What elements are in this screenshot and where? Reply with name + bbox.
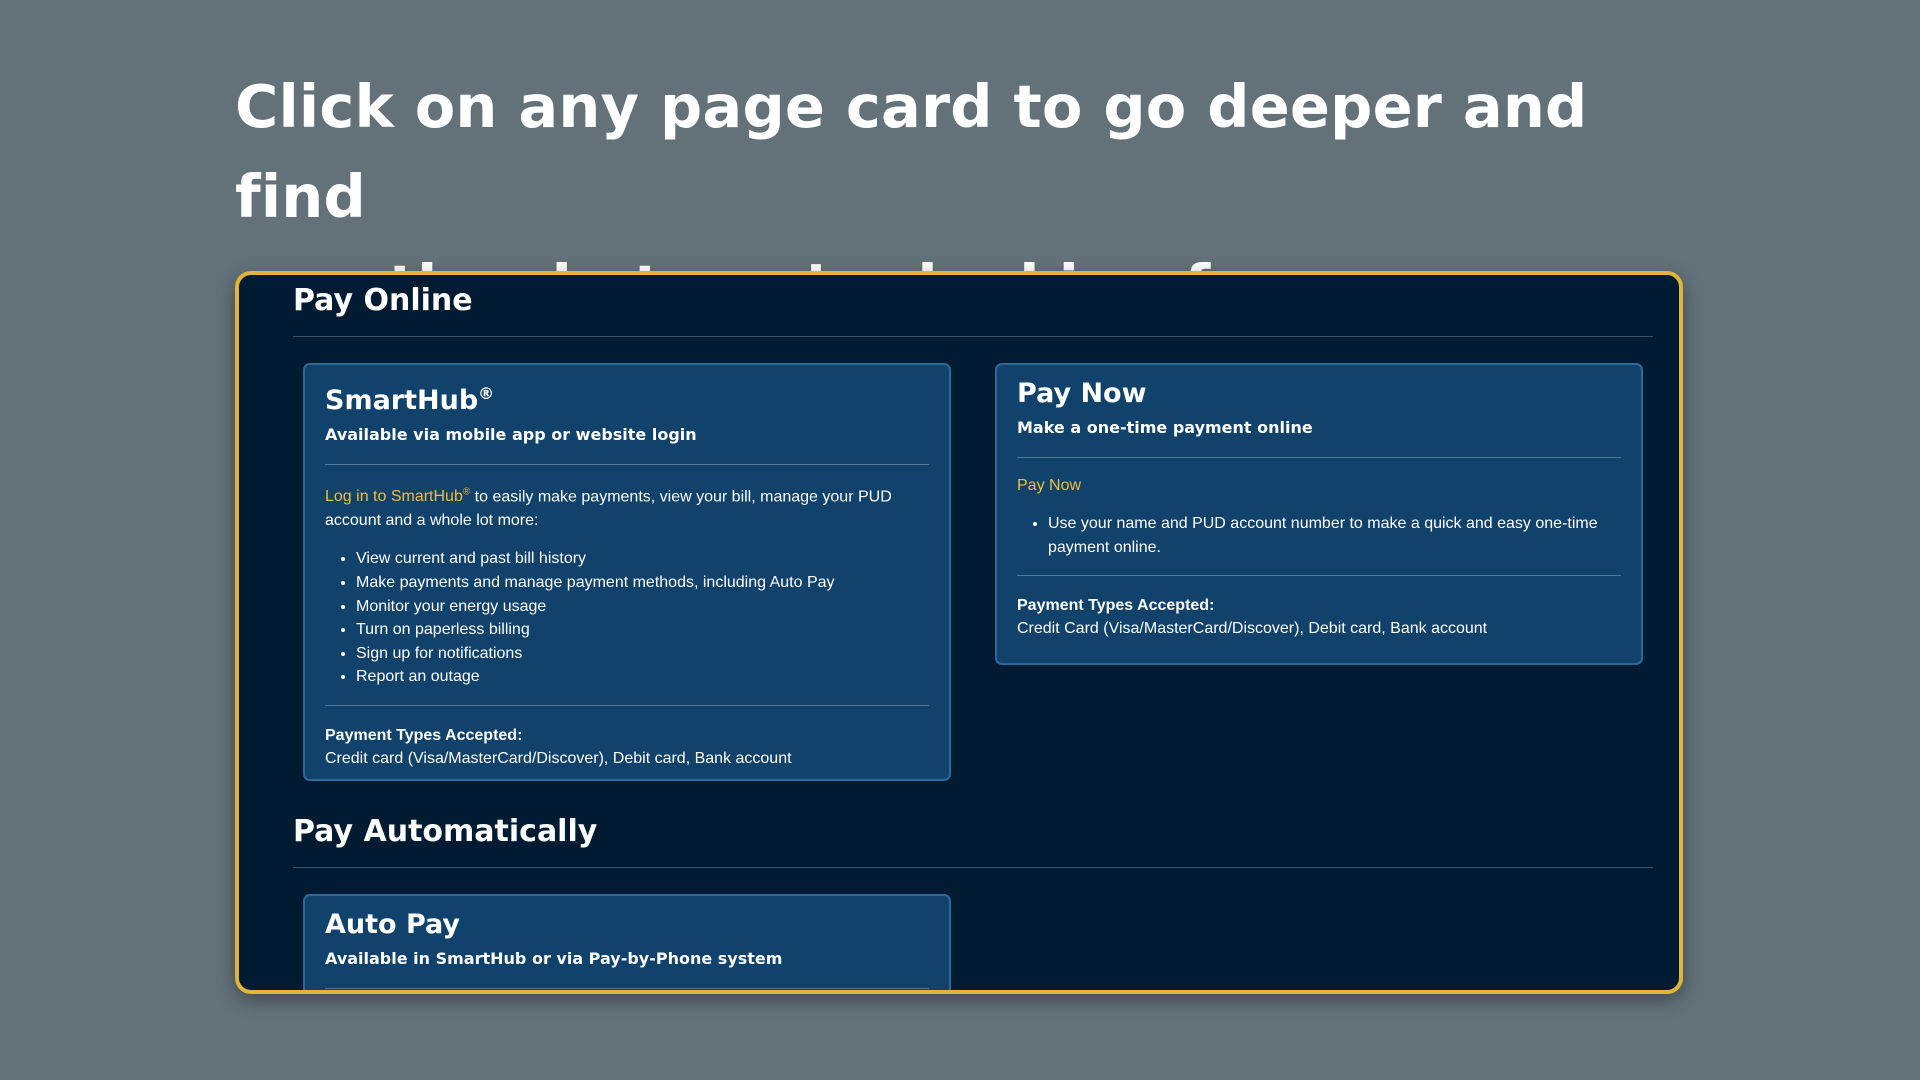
- payment-types-value: Credit Card (Visa/MasterCard/Discover), …: [1017, 620, 1488, 638]
- section-title-pay-automatically: Pay Automatically: [293, 814, 598, 849]
- payment-types-value: Credit card (Visa/MasterCard/Discover), …: [325, 749, 792, 767]
- list-item: Report an outage: [356, 665, 929, 689]
- list-item: Use your name and PUD account number to …: [1048, 512, 1621, 559]
- card-subtitle: Make a one-time payment online: [1017, 418, 1313, 437]
- pay-now-link[interactable]: Pay Now: [1017, 477, 1081, 494]
- payment-types-label: Payment Types Accepted:: [325, 726, 523, 744]
- card-smarthub[interactable]: SmartHub® Available via mobile app or we…: [303, 363, 951, 781]
- feature-list: View current and past bill history Make …: [325, 547, 929, 689]
- card-description: Pay Now: [1017, 474, 1621, 498]
- card-title: Pay Now: [1017, 378, 1147, 409]
- list-item: Sign up for notifications: [356, 642, 929, 666]
- feature-list: Use your name and PUD account number to …: [1017, 512, 1621, 559]
- list-item: Make payments and manage payment methods…: [356, 571, 929, 595]
- card-subtitle: Available via mobile app or website logi…: [325, 425, 697, 444]
- card-divider: [325, 704, 929, 706]
- smarthub-login-link[interactable]: Log in to SmartHub®: [325, 487, 470, 505]
- card-auto-pay[interactable]: Auto Pay Available in SmartHub or via Pa…: [303, 894, 951, 990]
- card-divider: [325, 464, 929, 465]
- card-divider: [1017, 575, 1621, 577]
- card-title: Auto Pay: [325, 909, 461, 940]
- payment-types-label: Payment Types Accepted:: [1017, 597, 1215, 615]
- card-divider: [325, 988, 929, 989]
- section-divider: [293, 336, 1653, 337]
- list-item: Turn on paperless billing: [356, 618, 929, 642]
- card-divider: [1017, 457, 1621, 458]
- section-title-pay-online: Pay Online: [293, 283, 473, 318]
- screenshot-frame: Pay Online SmartHub® Available via mobil…: [235, 271, 1683, 994]
- section-divider: [293, 867, 1653, 868]
- headline-line-1: Click on any page card to go deeper and …: [235, 72, 1588, 231]
- list-item: View current and past bill history: [356, 547, 929, 571]
- card-subtitle: Available in SmartHub or via Pay-by-Phon…: [325, 949, 783, 968]
- list-item: Monitor your energy usage: [356, 595, 929, 619]
- card-title: SmartHub®: [325, 384, 495, 416]
- card-description: Log in to SmartHub® to easily make payme…: [325, 487, 892, 530]
- card-pay-now[interactable]: Pay Now Make a one-time payment online P…: [995, 363, 1643, 665]
